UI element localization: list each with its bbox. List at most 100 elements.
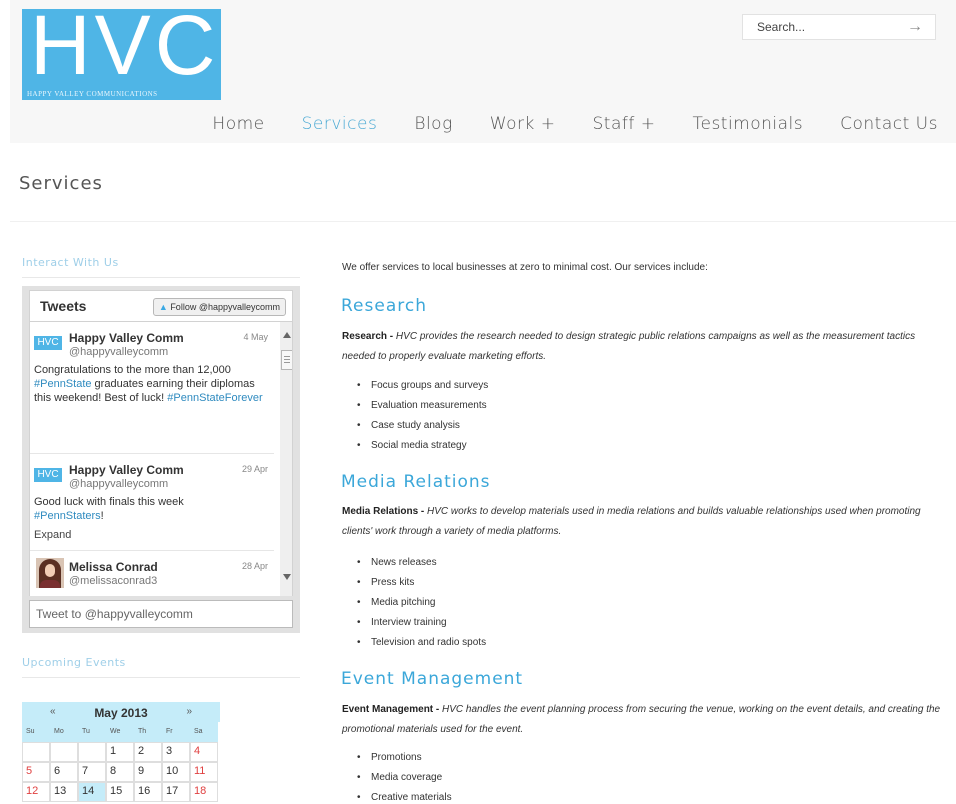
calendar-day[interactable]: 1 (106, 742, 134, 762)
intro-text: We offer services to local businesses at… (342, 262, 708, 273)
search-box: → (742, 14, 936, 40)
calendar-day[interactable]: 2 (134, 742, 162, 762)
section-description: Event Management - HVC handles the event… (342, 700, 942, 740)
hashtag-link[interactable]: #PennStateForever (167, 392, 262, 404)
list-item: Media coverage (357, 772, 442, 783)
calendar-day (22, 742, 50, 762)
section-description: Media Relations - HVC works to develop m… (342, 502, 942, 542)
calendar-day[interactable]: 13 (50, 782, 78, 802)
calendar-day[interactable]: 4 (190, 742, 218, 762)
divider (10, 221, 956, 222)
list-item: Interview training (357, 617, 447, 628)
section-lead: Event Management - (342, 704, 443, 715)
calendar-next-icon[interactable]: » (186, 706, 192, 717)
nav-work[interactable]: Work + (490, 114, 556, 138)
calendar-day[interactable]: 11 (190, 762, 218, 782)
calendar-day-today[interactable]: 14 (78, 782, 106, 802)
tweet-handle[interactable]: @happyvalleycomm (69, 478, 168, 490)
scrollbar-thumb[interactable] (281, 350, 292, 370)
tweet-text-part: Good luck with finals this week (34, 496, 184, 508)
list-item: Social media strategy (357, 440, 467, 451)
tweet-date[interactable]: 4 May (243, 332, 268, 342)
list-item: Television and radio spots (357, 637, 486, 648)
calendar-day[interactable]: 6 (50, 762, 78, 782)
list-item: Press kits (357, 577, 414, 588)
divider (22, 677, 300, 678)
search-input[interactable] (757, 17, 897, 37)
tweet-author[interactable]: Happy Valley Comm (69, 331, 184, 345)
calendar-day[interactable]: 15 (106, 782, 134, 802)
scroll-up-icon[interactable] (283, 332, 291, 338)
calendar-day[interactable]: 10 (162, 762, 190, 782)
calendar-day (78, 742, 106, 762)
tweet-text-part: ! (100, 510, 104, 522)
nav-services[interactable]: Services (302, 114, 378, 138)
list-item: Focus groups and surveys (357, 380, 488, 391)
tweet-author[interactable]: Happy Valley Comm (69, 463, 184, 477)
scroll-down-icon[interactable] (283, 574, 291, 580)
calendar-day (50, 742, 78, 762)
divider (22, 277, 300, 278)
calendar-day[interactable]: 18 (190, 782, 218, 802)
nav-staff[interactable]: Staff + (592, 114, 655, 138)
logo-text: HVC (30, 0, 220, 92)
tweet-date[interactable]: 28 Apr (242, 561, 268, 571)
calendar-week: 12 13 14 15 16 17 18 (22, 782, 220, 802)
list-item: News releases (357, 557, 437, 568)
section-text: HVC works to develop materials used in m… (342, 506, 921, 537)
weekday-label: Fr (162, 722, 190, 742)
calendar-day[interactable]: 8 (106, 762, 134, 782)
hvc-avatar[interactable]: HVC (34, 336, 62, 350)
follow-button[interactable]: ▲ Follow @happyvalleycomm (152, 298, 286, 316)
calendar-day[interactable]: 17 (162, 782, 190, 802)
section-lead: Research - (342, 331, 396, 342)
calendar-day[interactable]: 16 (134, 782, 162, 802)
tweet[interactable]: Melissa Conrad @melissaconrad3 28 Apr (30, 551, 274, 596)
tweet-input[interactable] (29, 600, 293, 628)
hashtag-link[interactable]: #PennStaters (34, 510, 101, 522)
calendar-day[interactable]: 3 (162, 742, 190, 762)
calendar-day[interactable]: 9 (134, 762, 162, 782)
list-item: Evaluation measurements (357, 400, 487, 411)
melissa-avatar[interactable] (36, 558, 64, 588)
interact-heading: Interact With Us (22, 256, 119, 269)
hvc-avatar[interactable]: HVC (34, 468, 62, 482)
list-item: Media pitching (357, 597, 435, 608)
calendar-header: « May 2013 » (22, 702, 220, 722)
tweet-text: Good luck with finals this week #PennSta… (34, 495, 270, 523)
tweet-handle[interactable]: @happyvalleycomm (69, 346, 168, 358)
hvc-logo[interactable]: HVC HAPPY VALLEY COMMUNICATIONS (22, 3, 221, 100)
nav-blog[interactable]: Blog (414, 114, 452, 138)
list-item: Case study analysis (357, 420, 460, 431)
calendar-day[interactable]: 12 (22, 782, 50, 802)
tweet-date[interactable]: 29 Apr (242, 464, 268, 474)
weekday-label: Sa (190, 722, 218, 742)
nav-home[interactable]: Home (212, 114, 264, 138)
section-heading: Event Management (341, 669, 524, 689)
twitter-widget: Tweets ▲ Follow @happyvalleycomm HVC Hap… (22, 286, 300, 633)
tweet-text-part: Congratulations to the more than 12,000 (34, 364, 231, 376)
list-item: Creative materials (357, 792, 452, 803)
hashtag-link[interactable]: #PennState (34, 378, 92, 390)
tweet[interactable]: HVC Happy Valley Comm @happyvalleycomm 4… (30, 322, 274, 454)
page-title: Services (19, 173, 103, 194)
nav-testimonials[interactable]: Testimonials (692, 114, 803, 138)
timeline-scrollbar[interactable] (280, 322, 292, 596)
section-heading: Research (341, 296, 427, 316)
calendar-week: 1 2 3 4 (22, 742, 220, 762)
tweet-text: Congratulations to the more than 12,000 … (34, 363, 270, 405)
nav-contact-us[interactable]: Contact Us (840, 114, 938, 138)
section-lead: Media Relations - (342, 506, 428, 517)
tweet-author[interactable]: Melissa Conrad (69, 560, 158, 574)
search-arrow-icon[interactable]: → (907, 18, 923, 36)
weekday-label: Tu (78, 722, 106, 742)
list-item: Promotions (357, 752, 422, 763)
calendar-week: 5 6 7 8 9 10 11 (22, 762, 220, 782)
tweet[interactable]: HVC Happy Valley Comm @happyvalleycomm 2… (30, 454, 274, 551)
tweet-timeline[interactable]: HVC Happy Valley Comm @happyvalleycomm 4… (29, 322, 293, 596)
calendar-day[interactable]: 7 (78, 762, 106, 782)
follow-label: Follow @happyvalleycomm (170, 302, 280, 312)
calendar-day[interactable]: 5 (22, 762, 50, 782)
tweet-handle[interactable]: @melissaconrad3 (69, 575, 157, 587)
expand-link[interactable]: Expand (34, 529, 71, 541)
